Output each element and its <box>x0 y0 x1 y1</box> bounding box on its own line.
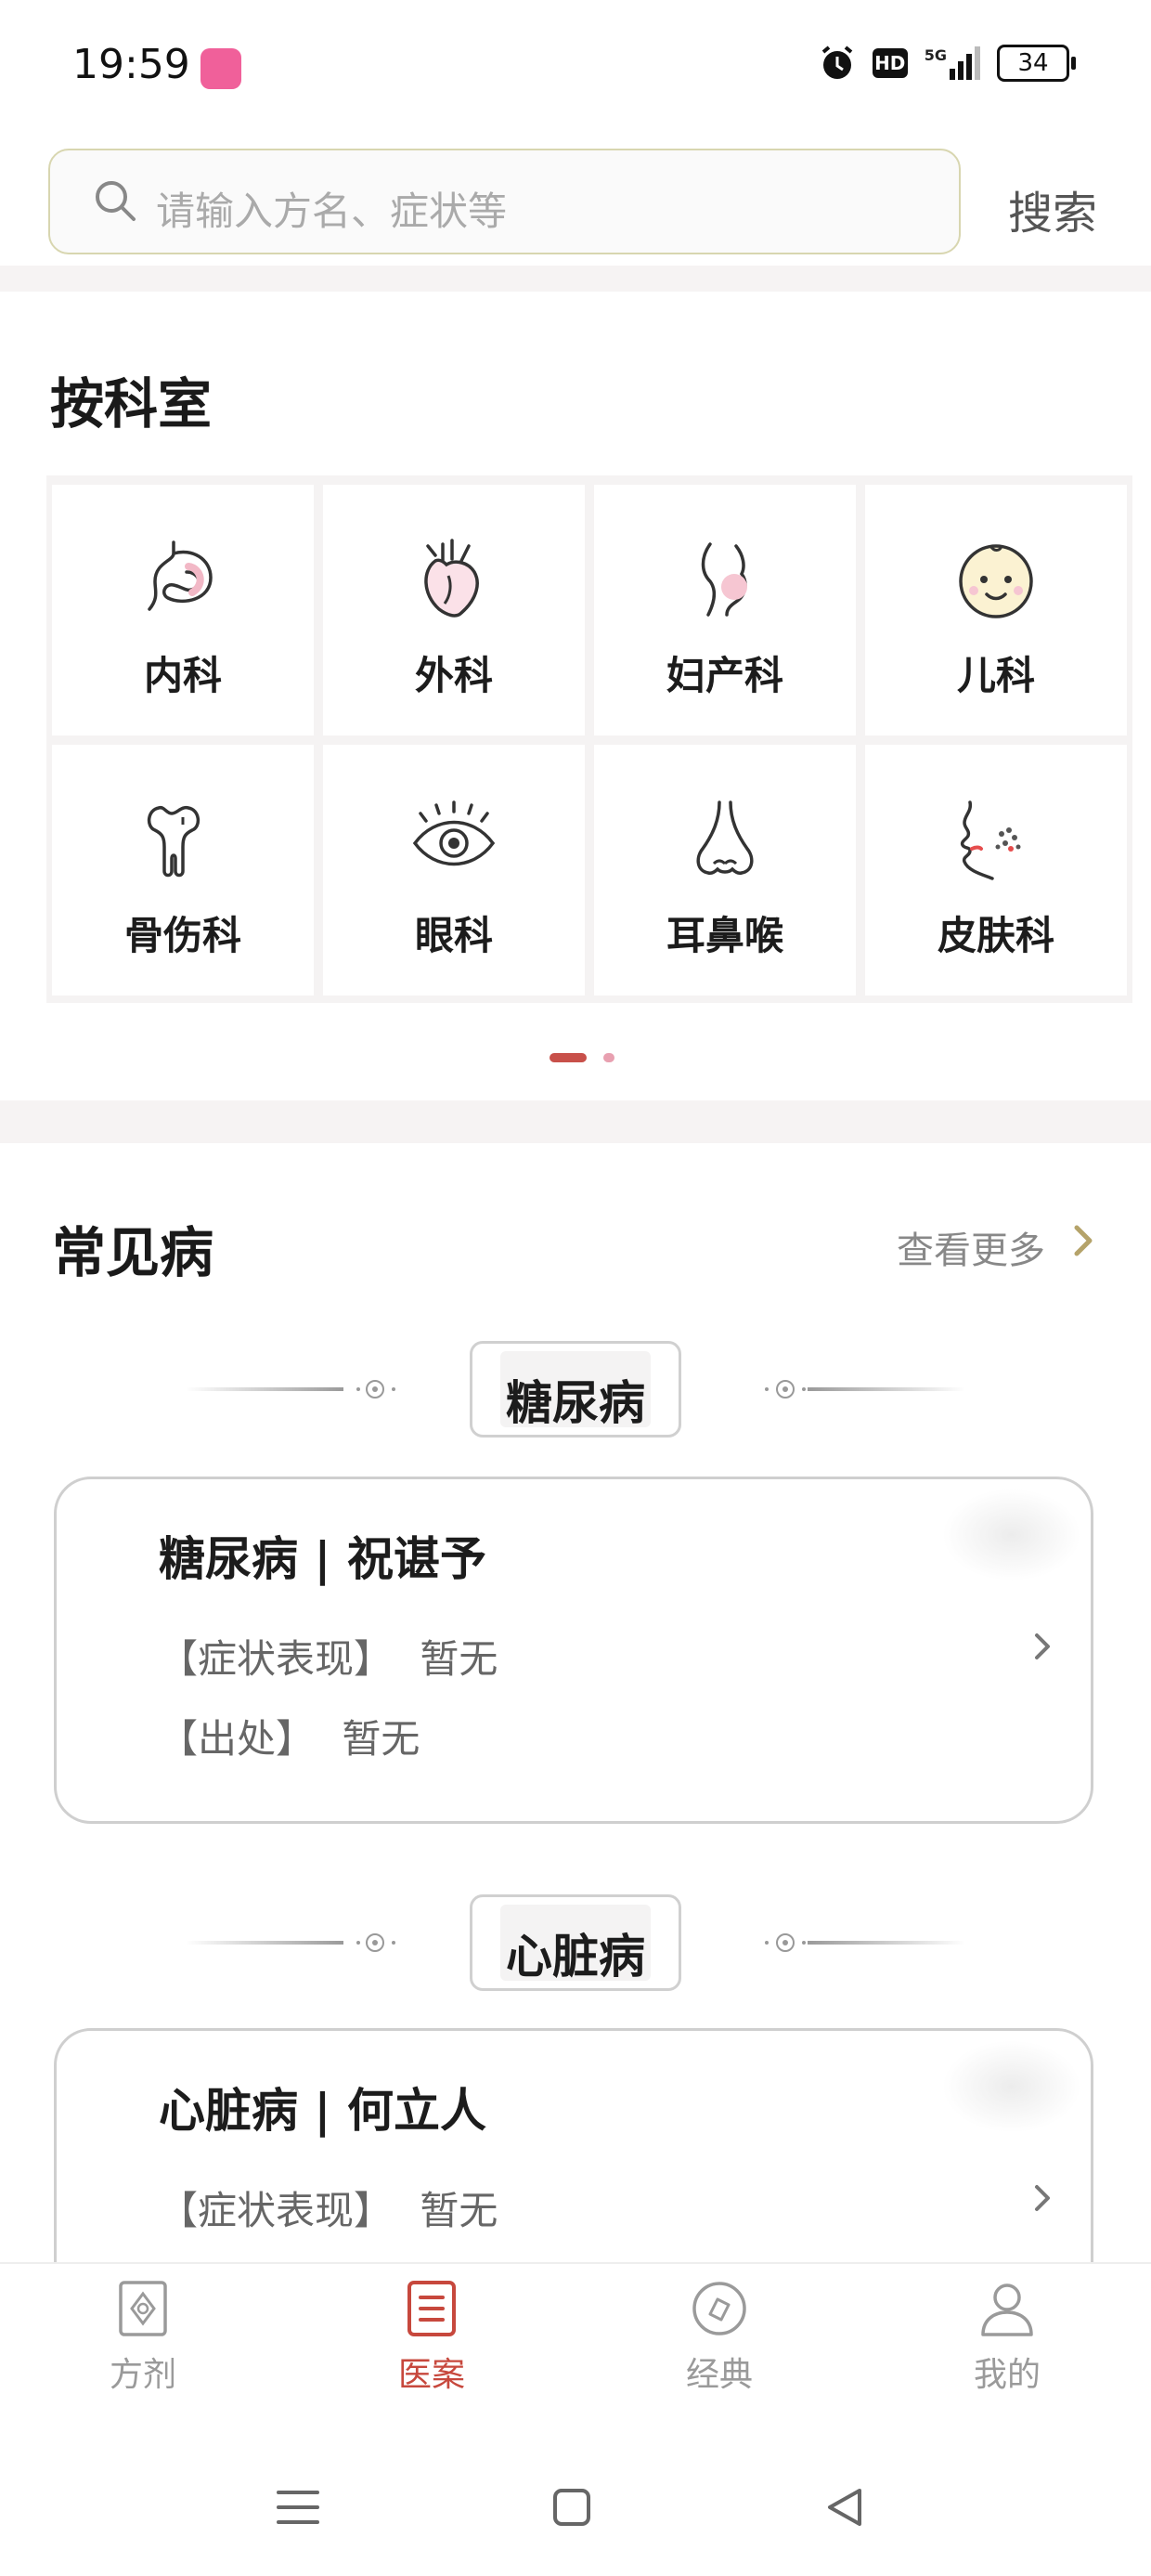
chevron-right-icon[interactable] <box>1069 1222 1095 1259</box>
tab-label: 我的 <box>973 2356 1041 2394</box>
bone-icon <box>147 805 200 878</box>
disease-category-tag[interactable]: 心脏病 <box>470 1894 681 1991</box>
symptom-value: 暂无 <box>420 1636 498 1682</box>
symptom-label: 【症状表现】 <box>159 2188 394 2233</box>
back-icon[interactable] <box>824 2485 865 2530</box>
case-title: 心脏病 | 何立人 <box>159 2083 487 2138</box>
signal-icon: 5G <box>925 46 980 80</box>
department-ophthalmology[interactable]: 眼科 <box>323 745 585 995</box>
alarm-icon <box>821 46 853 79</box>
department-obstetrics[interactable]: 妇产科 <box>594 485 856 735</box>
ornament-icon <box>356 1933 395 1952</box>
home-icon[interactable] <box>551 2487 592 2528</box>
female-body-icon <box>701 542 747 617</box>
baby-face-icon <box>959 544 1033 618</box>
chevron-right-icon <box>1035 1633 1050 1659</box>
divider-line-right <box>808 1387 965 1391</box>
department-label: 皮肤科 <box>937 913 1054 958</box>
search-button[interactable]: 搜索 <box>1008 176 1097 241</box>
menu-icon[interactable] <box>275 2487 321 2528</box>
department-label: 内科 <box>143 653 222 698</box>
disease-category-label: 心脏病 <box>506 1929 645 1984</box>
department-label: 骨伤科 <box>123 913 241 958</box>
divider-line-left <box>186 1387 343 1391</box>
tab-classics[interactable]: 经典 <box>627 2279 812 2396</box>
system-navigation-bar <box>0 2444 1151 2574</box>
app-notification-icon <box>200 48 241 89</box>
department-label: 儿科 <box>956 653 1035 698</box>
profile-icon <box>981 2283 1033 2336</box>
department-label: 妇产科 <box>666 653 783 698</box>
symptom-row: 【症状表现】 暂无 <box>159 2179 498 2236</box>
divider-line-right <box>808 1941 965 1945</box>
card-decoration <box>942 2040 1081 2133</box>
disease-category-header: 糖尿病 <box>186 1334 965 1445</box>
disease-case-card[interactable]: 糖尿病 | 祝谌予 【症状表现】 暂无 【出处】 暂无 <box>54 1477 1093 1824</box>
status-time: 19:59 <box>72 41 190 88</box>
section-divider <box>0 1100 1151 1143</box>
page-indicator-active <box>550 1053 587 1062</box>
department-grid: 内科 外科 妇产科 儿科 骨伤科 眼科 耳鼻喉 皮肤科 <box>46 475 1132 1003</box>
department-internal-medicine[interactable]: 内科 <box>52 485 314 735</box>
symptom-label: 【症状表现】 <box>159 1636 394 1682</box>
case-list-icon <box>407 2281 456 2336</box>
search-placeholder: 请输入方名、症状等 <box>156 189 508 234</box>
disease-category-label: 糖尿病 <box>506 1375 645 1430</box>
source-value: 暂无 <box>342 1716 420 1762</box>
card-decoration <box>942 1489 1081 1581</box>
view-more-link[interactable]: 查看更多 <box>897 1220 1045 1274</box>
department-pediatrics[interactable]: 儿科 <box>865 485 1127 735</box>
symptom-row: 【症状表现】 暂无 <box>159 1628 498 1685</box>
tab-label: 方剂 <box>109 2356 176 2394</box>
case-title: 糖尿病 | 祝谌予 <box>159 1531 487 1586</box>
heart-icon <box>424 539 479 618</box>
prescription-icon <box>119 2281 167 2336</box>
department-label: 眼科 <box>414 913 493 958</box>
tab-profile[interactable]: 我的 <box>914 2279 1100 2396</box>
skin-icon <box>960 800 1021 880</box>
hd-icon: HD <box>872 48 908 78</box>
status-icons: HD 5G 34 <box>819 45 1076 82</box>
network-type: 5G <box>924 46 947 64</box>
tab-label: 医案 <box>397 2356 465 2394</box>
department-label: 外科 <box>414 653 493 698</box>
tab-label: 经典 <box>685 2356 753 2394</box>
department-surgery[interactable]: 外科 <box>323 485 585 735</box>
page-indicator-inactive[interactable] <box>603 1053 614 1062</box>
disease-category-header: 心脏病 <box>186 1887 965 1998</box>
department-label: 耳鼻喉 <box>666 913 783 958</box>
classic-icon <box>692 2282 746 2335</box>
tab-medical-cases[interactable]: 医案 <box>339 2279 524 2396</box>
symptom-value: 暂无 <box>420 2188 498 2233</box>
department-orthopedics[interactable]: 骨伤科 <box>52 745 314 995</box>
disease-category-tag[interactable]: 糖尿病 <box>470 1341 681 1438</box>
source-label: 【出处】 <box>159 1716 316 1762</box>
tab-prescriptions[interactable]: 方剂 <box>50 2279 236 2396</box>
search-icon <box>96 181 136 221</box>
source-row: 【出处】 暂无 <box>159 1708 420 1764</box>
department-dermatology[interactable]: 皮肤科 <box>865 745 1127 995</box>
divider-line-left <box>186 1941 343 1945</box>
nose-icon <box>696 800 754 875</box>
section-divider <box>0 266 1151 292</box>
chevron-right-icon <box>1035 2185 1050 2211</box>
battery-icon: 34 <box>997 45 1076 82</box>
ornament-icon <box>356 1380 395 1399</box>
department-ent[interactable]: 耳鼻喉 <box>594 745 856 995</box>
department-section-title: 按科室 <box>50 372 213 436</box>
common-diseases-title: 常见病 <box>52 1221 214 1284</box>
eye-icon <box>412 800 496 866</box>
stomach-icon <box>148 540 213 611</box>
